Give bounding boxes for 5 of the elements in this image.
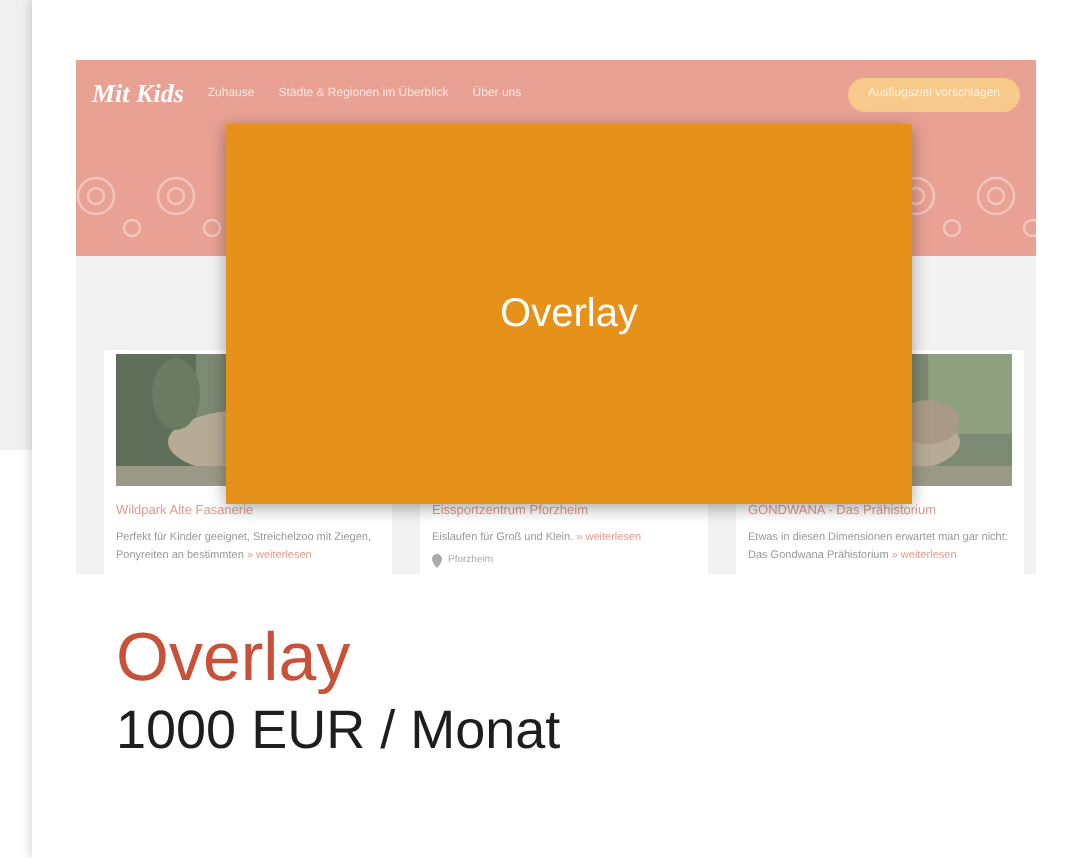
location-pin-icon: [432, 554, 442, 568]
logo[interactable]: Mit Kids: [92, 74, 184, 114]
product-price: 1000 EUR / Monat: [116, 698, 563, 762]
product-title: Overlay: [116, 618, 353, 698]
overlay-label: Overlay: [500, 290, 638, 340]
